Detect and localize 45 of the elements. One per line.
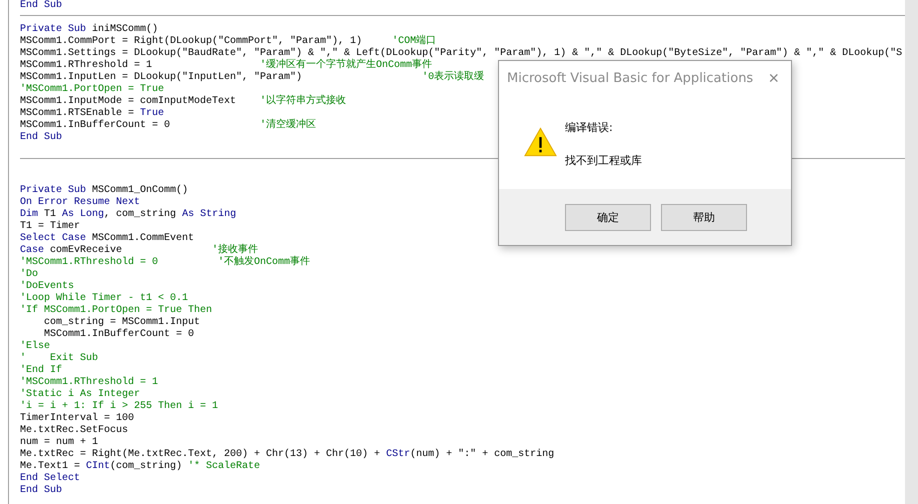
scrollbar[interactable]	[905, 0, 918, 504]
dialog-title: Microsoft Visual Basic for Applications	[507, 70, 754, 86]
code-line: End Sub	[20, 132, 62, 144]
code-line: MSComm1.Settings = DLookup("BaudRate", "Param") & "," & Left(DLookup("Parity", "Param"), 1) & "," & DLookup("ByteSize", "Param") & "," & DLookup("S	[20, 48, 902, 59]
code-line: Private Sub MSComm1_OnComm()	[20, 185, 188, 197]
code-line: MSComm1.InputMode = comInputModeText '以字符串方式接收	[20, 96, 346, 108]
code-line: 'Loop While Timer - t1 < 0.1	[20, 293, 188, 304]
code-line: MSComm1.RTSEnable = True	[20, 108, 164, 120]
code-line: 'End If	[20, 365, 62, 376]
code-line: On Error Resume Next	[20, 197, 140, 208]
error-heading: 编译错误:	[565, 120, 614, 135]
code-line: 'Do	[20, 269, 38, 280]
code-line: End Sub	[20, 485, 62, 497]
code-line: Me.Text1 = CInt(com_string) '* ScaleRate	[20, 461, 260, 472]
code-line: TimerInterval = 100	[20, 413, 134, 425]
error-message: 找不到工程或库	[565, 153, 642, 168]
code-line: ' Exit Sub	[20, 353, 98, 364]
code-line: Me.txtRec = Right(Me.txtRec.Text, 200) + Chr(13) + Chr(10) + CStr(num) + ":" + com_string	[20, 449, 554, 460]
code-line: Private Sub iniMSComm()	[20, 24, 158, 36]
code-line: com_string = MSComm1.Input	[43, 317, 200, 328]
code-line: Case comEvReceive '接收事件	[20, 245, 258, 256]
code-line: 'i = i + 1: If i > 255 Then i = 1	[20, 401, 218, 412]
dialog-button[interactable]: 确定	[565, 204, 651, 230]
warning-icon	[524, 127, 557, 157]
code-line: Me.txtRec.SetFocus	[20, 425, 128, 437]
dialog-button[interactable]: 帮助	[661, 204, 747, 230]
code-line: Dim T1 As Long, com_string As String	[20, 209, 236, 220]
code-line: Select Case MSComm1.CommEvent	[20, 233, 194, 244]
code-line: End Sub	[20, 0, 62, 12]
code-line: 'MSComm1.RThreshold = 0 '不触发OnComm事件	[20, 257, 310, 268]
code-line: 'Static i As Integer	[20, 389, 140, 400]
code-line: MSComm1.InputLen = DLookup("InputLen", "Param") '0表示读取缓	[20, 72, 484, 84]
code-line: T1 = Timer	[20, 221, 80, 232]
code-line: 'MSComm1.PortOpen = True	[20, 84, 164, 96]
code-line: 'DoEvents	[20, 281, 74, 292]
code-line: 'If MSComm1.PortOpen = True Then	[20, 305, 212, 316]
code-line: MSComm1.InBufferCount = 0 '清空缓冲区	[20, 120, 316, 132]
code-line: MSComm1.CommPort = Right(DLookup("CommPort", "Param"), 1) 'COM端口	[20, 36, 436, 48]
code-line: End Select	[20, 473, 80, 484]
code-line: MSComm1.RThreshold = 1 '缓冲区有一个字节就产生OnComm事件	[20, 60, 432, 72]
code-line: 'Else	[20, 341, 50, 352]
close-button[interactable]: ×	[764, 68, 783, 88]
code-line: num = num + 1	[20, 437, 98, 448]
code-line: 'MSComm1.RThreshold = 1	[20, 377, 158, 388]
code-line: MSComm1.InBufferCount = 0	[43, 329, 194, 340]
